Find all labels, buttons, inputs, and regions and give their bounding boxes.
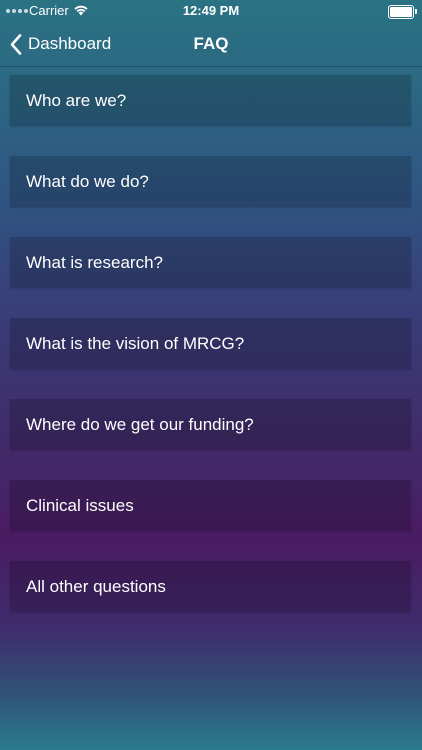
faq-item-label: Clinical issues [26,495,134,515]
faq-item-funding[interactable]: Where do we get our funding? [10,399,411,450]
faq-item-label: Who are we? [26,90,127,110]
faq-item-what-is-research[interactable]: What is research? [10,237,411,288]
battery-icon [388,5,417,19]
faq-item-label: All other questions [26,576,166,596]
navigation-bar: Dashboard FAQ [0,22,422,67]
faq-item-label: What do we do? [26,171,149,191]
faq-item-vision-of-mrcg[interactable]: What is the vision of MRCG? [10,318,411,369]
faq-item-who-are-we[interactable]: Who are we? [10,75,411,126]
faq-item-what-do-we-do[interactable]: What do we do? [10,156,411,207]
faq-item-label: What is the vision of MRCG? [26,333,245,353]
faq-list: Who are we? What do we do? What is resea… [10,75,411,642]
faq-item-label: What is research? [26,252,163,272]
faq-item-clinical-issues[interactable]: Clinical issues [10,480,411,531]
status-time: 12:49 PM [182,3,240,18]
faq-item-all-other-questions[interactable]: All other questions [10,561,411,612]
status-bar: Carrier 12:49 PM [0,0,422,22]
page-title: FAQ [193,34,229,53]
faq-item-label: Where do we get our funding? [26,414,254,434]
